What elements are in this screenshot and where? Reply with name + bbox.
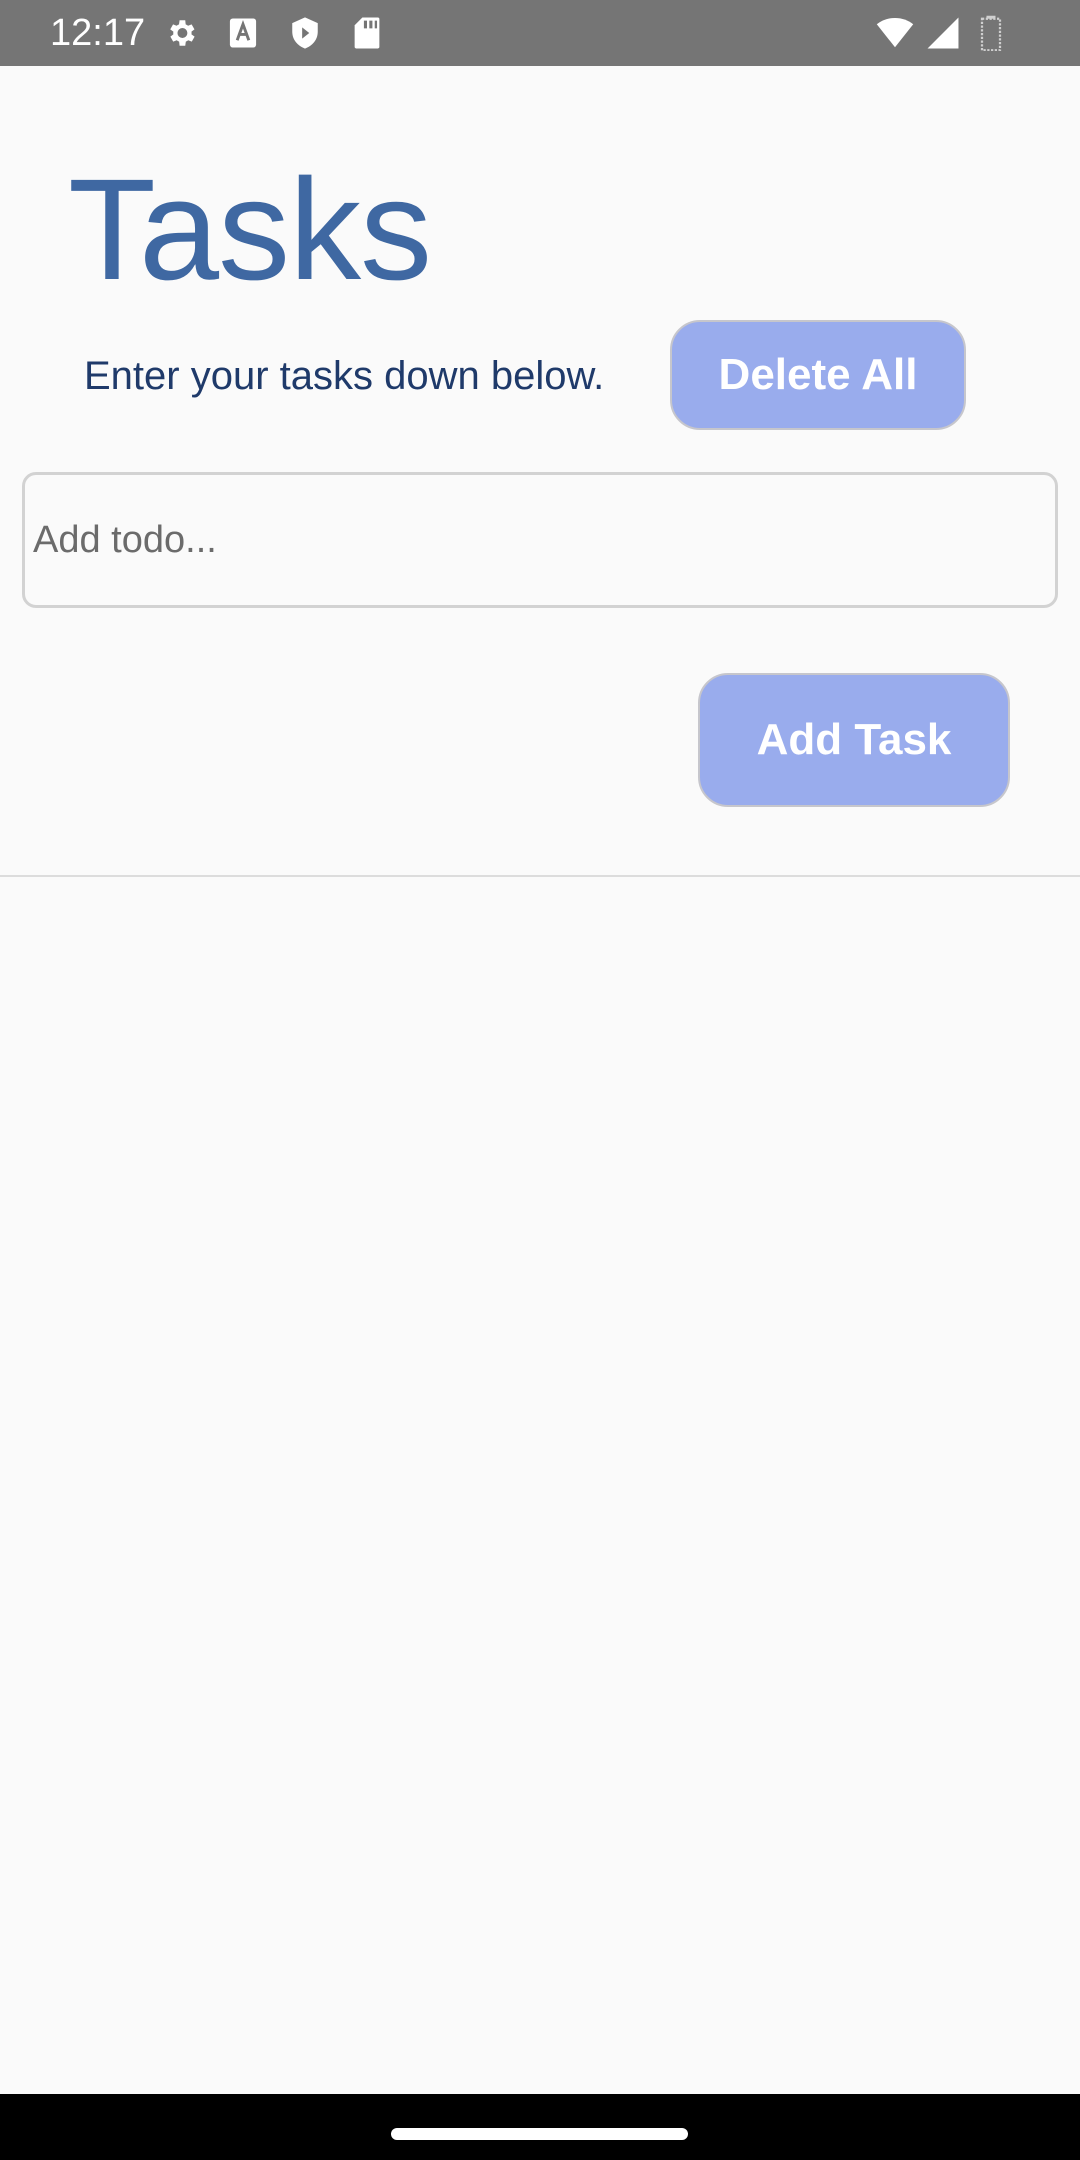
- navigation-bar: [0, 2094, 1080, 2160]
- wifi-icon: [876, 14, 914, 52]
- status-time: 12:17: [50, 12, 146, 54]
- page-subtitle: Enter your tasks down below.: [84, 354, 605, 398]
- status-right-icons: [866, 14, 1010, 52]
- page-title: Tasks: [68, 149, 432, 310]
- status-left-icons: [162, 14, 410, 52]
- battery-icon: [972, 14, 1010, 52]
- delete-all-button[interactable]: Delete All: [670, 320, 966, 430]
- status-bar: 12:17: [0, 0, 1080, 66]
- divider: [0, 875, 1080, 877]
- add-todo-input[interactable]: [22, 472, 1058, 608]
- add-task-button[interactable]: Add Task: [698, 673, 1010, 807]
- gear-icon: [162, 14, 200, 52]
- sd-card-icon: [348, 14, 386, 52]
- font-a-icon: [224, 14, 262, 52]
- home-gesture-handle[interactable]: [391, 2128, 688, 2140]
- shield-icon: [286, 14, 324, 52]
- cell-signal-icon: [924, 14, 962, 52]
